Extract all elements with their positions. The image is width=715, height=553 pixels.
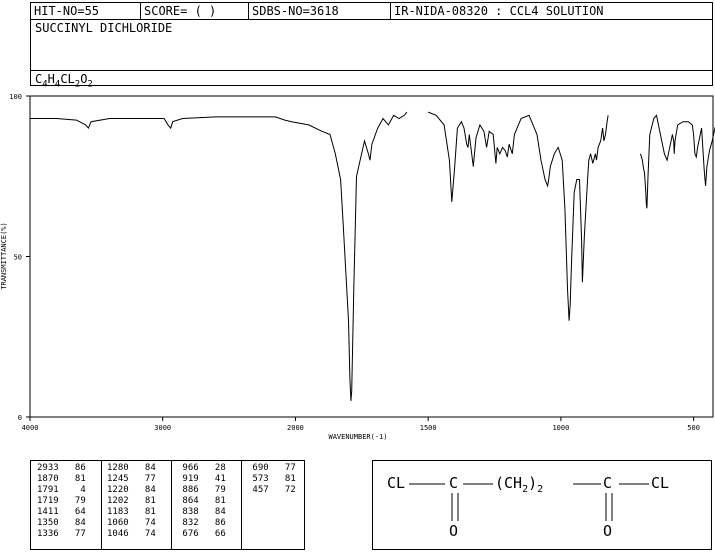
peak-row: 1411 64 [37,507,86,517]
x-axis-label: WAVENUMBER(-1) [328,433,387,441]
y-tick-label: 100 [9,93,22,101]
peak-row: 838 84 [177,507,226,517]
peak-row: 1060 74 [107,518,156,528]
peak-row: 1183 81 [107,507,156,517]
peak-row: 864 81 [177,496,226,506]
peak-row: 832 86 [177,518,226,528]
peak-row: 966 28 [177,463,226,473]
y-tick-label: 0 [18,414,22,422]
peak-row: 1046 74 [107,529,156,539]
peak-table: 2933 86 1870 81 1791 4 1719 79 1411 64 1350 8… [30,460,305,550]
peak-column-divider [171,461,172,549]
structure-diagram: CL C (CH2)2 C CL O O [372,460,712,550]
peak-row: 676 66 [177,529,226,539]
y-tick-label: 50 [14,254,22,262]
peak-column: 966 28 919 41 886 79 864 81 838 84 832 8… [177,463,226,540]
peak-row: 573 81 [247,474,296,484]
x-tick-label: 2000 [287,424,304,432]
peak-row: 886 79 [177,485,226,495]
peak-row: 1791 4 [37,485,86,495]
peak-row: 2933 86 [37,463,86,473]
peak-row: 919 41 [177,474,226,484]
peak-row: 1336 77 [37,529,86,539]
peak-row: 1280 84 [107,463,156,473]
x-tick-label: 4000 [22,424,39,432]
x-tick-label: 3000 [154,424,171,432]
peak-row: 1350 84 [37,518,86,528]
peak-row: 1245 77 [107,474,156,484]
x-tick-label: 1500 [420,424,437,432]
peak-row: 1870 81 [37,474,86,484]
peak-column: 2933 86 1870 81 1791 4 1719 79 1411 64 1350 8… [37,463,86,540]
y-axis-label: TRANSMITTANCE(%) [0,222,8,289]
structure-bonds [409,483,649,521]
peak-column: 690 77 573 81 457 72 [247,463,296,496]
peak-column-divider [241,461,242,549]
spectrum-trace [428,111,609,321]
peak-row: 690 77 [247,463,296,473]
spectrum-trace [30,111,408,401]
peak-column: 1280 84 1245 77 1220 84 1202 81 1183 81 1060 … [107,463,156,540]
peak-row: 1719 79 [37,496,86,506]
peak-row: 457 72 [247,485,296,495]
ir-spectrum-chart: 4000 3000 2000 1500 1000 500 0 50 100 WAVENUMBER… [0,93,715,441]
peak-column-divider [101,461,102,549]
x-tick-label: 500 [687,424,700,432]
peak-row: 1202 81 [107,496,156,506]
peak-row: 1220 84 [107,485,156,495]
x-tick-label: 1000 [552,424,569,432]
spectrum-trace [640,114,715,209]
